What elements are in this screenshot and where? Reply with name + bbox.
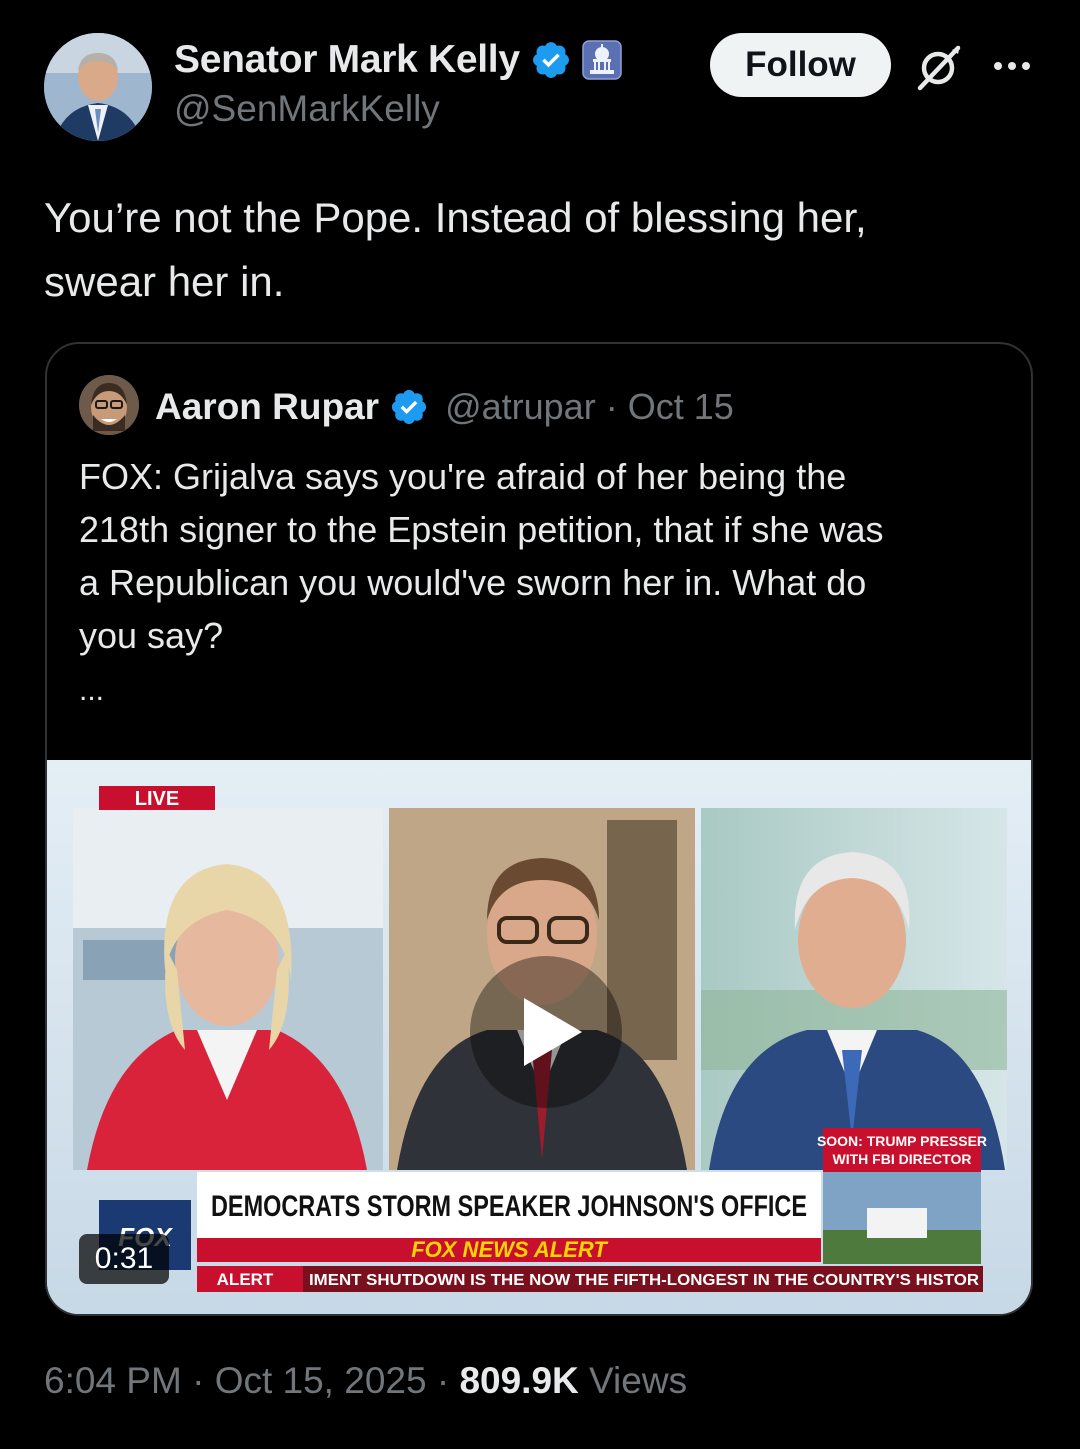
quote-author-handle[interactable]: @atrupar xyxy=(445,386,596,427)
quote-header: Aaron Rupar @atrupar · Oct 15 xyxy=(155,382,734,432)
tweet-date[interactable]: Oct 15, 2025 xyxy=(215,1360,427,1401)
meta-separator: · xyxy=(605,386,618,427)
views-label: Views xyxy=(589,1360,688,1401)
play-button[interactable] xyxy=(470,956,622,1108)
ticker-label: ALERT xyxy=(217,1270,274,1289)
author-name-row: Senator Mark Kelly xyxy=(174,36,622,84)
quote-text-line: a Republican you would've sworn her in. … xyxy=(79,562,867,603)
verified-badge-icon xyxy=(530,39,572,81)
capitol-government-icon xyxy=(581,40,622,80)
quote-author-avatar[interactable] xyxy=(79,375,139,435)
soon-line-2: WITH FBI DIRECTOR xyxy=(833,1151,972,1167)
fox-news-alert: FOX NEWS ALERT xyxy=(411,1237,608,1262)
video-duration: 0:31 xyxy=(79,1234,169,1284)
author-avatar[interactable] xyxy=(44,33,152,141)
quote-text-line: you say? xyxy=(79,615,224,656)
tweet-text: You’re not the Pope. Instead of blessing… xyxy=(44,186,1004,314)
tweet-text-line: swear her in. xyxy=(44,258,285,305)
ticker-text: IMENT SHUTDOWN IS THE NOW THE FIFTH-LONG… xyxy=(309,1272,979,1289)
soon-line-1: SOON: TRUMP PRESSER xyxy=(817,1133,987,1149)
quote-author-name[interactable]: Aaron Rupar xyxy=(155,386,379,428)
quote-truncation-ellipsis: ... xyxy=(79,674,105,707)
live-tag: LIVE xyxy=(135,788,179,810)
tweet-footer: 6:04 PM · Oct 15, 2025 · 809.9K Views xyxy=(44,1360,687,1402)
meta-separator: · xyxy=(192,1360,205,1401)
tweet-time[interactable]: 6:04 PM xyxy=(44,1360,182,1401)
verified-badge-icon xyxy=(389,387,429,427)
tweet-text-line: You’re not the Pope. Instead of blessing… xyxy=(44,194,867,241)
author-display-name[interactable]: Senator Mark Kelly xyxy=(174,38,520,82)
author-handle[interactable]: @SenMarkKelly xyxy=(174,88,440,130)
quote-date[interactable]: Oct 15 xyxy=(628,386,734,427)
views-count[interactable]: 809.9K xyxy=(459,1360,578,1401)
follow-button[interactable]: Follow xyxy=(710,33,891,97)
chyron-headline: DEMOCRATS STORM SPEAKER JOHNSON'S OFFICE xyxy=(211,1190,807,1223)
quote-text-line: FOX: Grijalva says you're afraid of her … xyxy=(79,456,847,497)
quote-text-line: 218th signer to the Epstein petition, th… xyxy=(79,509,884,550)
quote-text: FOX: Grijalva says you're afraid of her … xyxy=(79,450,1009,662)
meta-separator: · xyxy=(436,1360,450,1401)
video-player[interactable]: LIVE SOON: TRUMP PRESSER WITH FBI DIRECT… xyxy=(47,760,1031,1314)
quote-meta: @atrupar · Oct 15 xyxy=(445,386,734,428)
quote-tweet-card[interactable]: Aaron Rupar @atrupar · Oct 15 FOX: Grija… xyxy=(45,342,1033,1316)
grok-icon[interactable] xyxy=(912,44,964,92)
more-icon[interactable] xyxy=(990,44,1034,88)
